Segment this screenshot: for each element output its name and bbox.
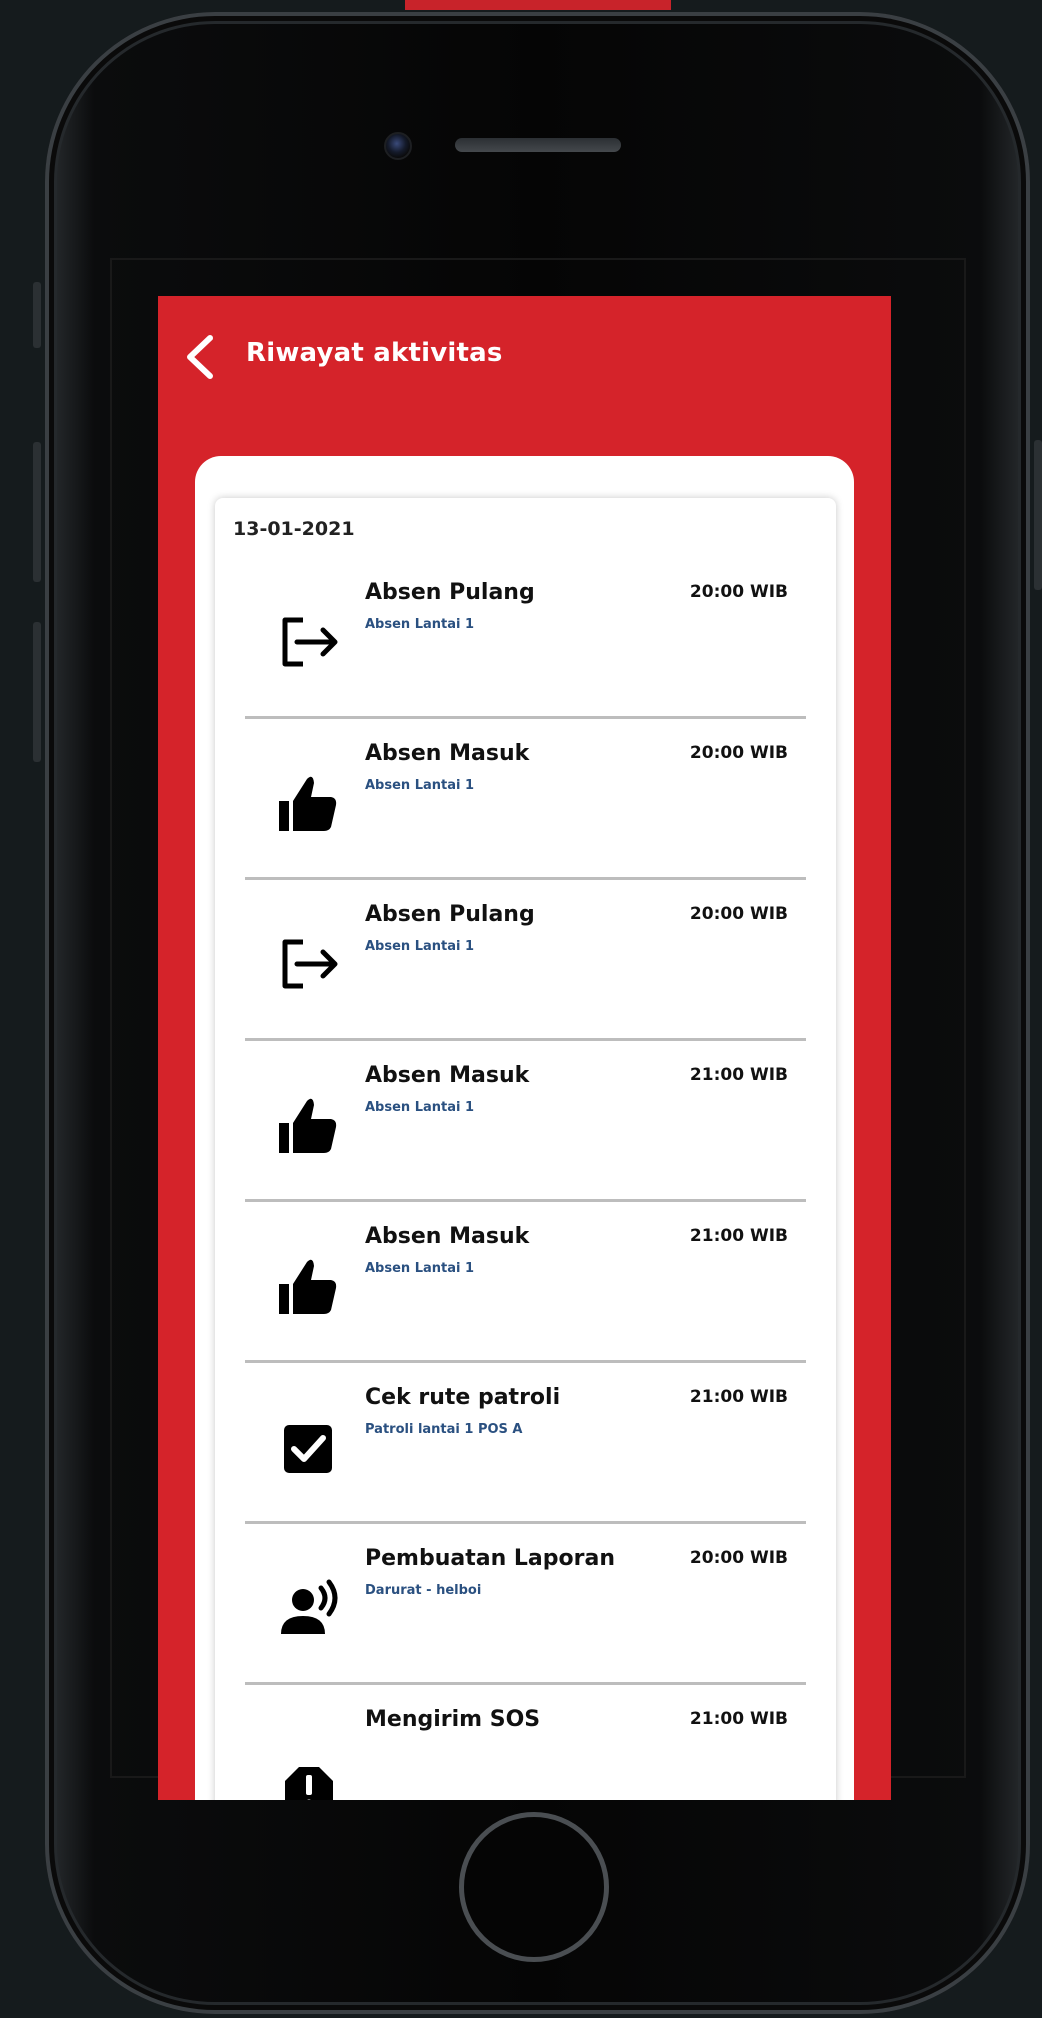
chevron-left-icon	[187, 335, 213, 379]
activity-title: Mengirim SOS	[365, 1707, 541, 1732]
activity-list-container: 13-01-2021 Absen Pulang Absen Lantai 1 2…	[215, 498, 836, 1800]
activity-item[interactable]: Absen Pulang Absen Lantai 1 20:00 WIB	[245, 558, 806, 719]
speaking-person-icon	[263, 1562, 355, 1654]
front-camera	[384, 132, 412, 160]
volume-up-button	[33, 442, 41, 582]
checkbox-checked-icon	[263, 1401, 355, 1493]
home-button[interactable]	[459, 1812, 609, 1962]
back-button[interactable]	[180, 332, 220, 382]
activity-time: 21:00 WIB	[689, 1226, 788, 1246]
thumbs-up-icon	[263, 1240, 355, 1332]
activity-title: Pembuatan Laporan	[365, 1546, 615, 1571]
power-button	[1034, 440, 1042, 590]
volume-down-button	[33, 622, 41, 762]
activity-time: 20:00 WIB	[689, 1548, 788, 1568]
activity-subtitle: Absen Lantai 1	[365, 1100, 475, 1115]
activity-title: Absen Masuk	[365, 1224, 530, 1249]
activity-item[interactable]: Pembuatan Laporan Darurat - helboi 20:00…	[245, 1524, 806, 1685]
activity-item[interactable]: Absen Pulang Absen Lantai 1 20:00 WIB	[245, 880, 806, 1041]
activity-time: 20:00 WIB	[689, 743, 788, 763]
activity-subtitle: Absen Lantai 1	[365, 1261, 475, 1276]
activity-subtitle: Absen Lantai 1	[365, 617, 475, 632]
activity-title: Absen Pulang	[365, 580, 535, 605]
activity-time: 20:00 WIB	[689, 582, 788, 602]
activity-title: Absen Masuk	[365, 741, 530, 766]
activity-title: Cek rute patroli	[365, 1385, 561, 1410]
activity-subtitle: Darurat - helboi	[365, 1583, 482, 1598]
app-header: Riwayat aktivitas	[158, 296, 891, 426]
thumbs-up-icon	[263, 1079, 355, 1171]
activity-item[interactable]: Absen Masuk Absen Lantai 1 20:00 WIB	[245, 719, 806, 880]
activity-subtitle: Absen Lantai 1	[365, 778, 475, 793]
activity-title: Absen Masuk	[365, 1063, 530, 1088]
activity-item[interactable]: Cek rute patroli Patroli lantai 1 POS A …	[245, 1363, 806, 1524]
activity-card: 13-01-2021 Absen Pulang Absen Lantai 1 2…	[195, 456, 854, 1800]
activity-item[interactable]: Mengirim SOS 21:00 WIB	[245, 1685, 806, 1800]
top-strip	[405, 0, 671, 10]
activity-date: 13-01-2021	[233, 518, 355, 540]
activity-time: 21:00 WIB	[689, 1709, 788, 1729]
activity-subtitle: Patroli lantai 1 POS A	[365, 1422, 523, 1437]
alert-octagon-icon	[263, 1723, 355, 1800]
activity-item[interactable]: Absen Masuk Absen Lantai 1 21:00 WIB	[245, 1202, 806, 1363]
logout-icon	[263, 918, 355, 1010]
logout-icon	[263, 596, 355, 688]
activity-title: Absen Pulang	[365, 902, 535, 927]
page-title: Riwayat aktivitas	[246, 338, 503, 368]
app-screen: Riwayat aktivitas 13-01-2021 Absen Pulan…	[158, 296, 891, 1800]
activity-time: 21:00 WIB	[689, 1387, 788, 1407]
activity-time: 20:00 WIB	[689, 904, 788, 924]
activity-time: 21:00 WIB	[689, 1065, 788, 1085]
earpiece-speaker	[455, 138, 621, 152]
activity-item[interactable]: Absen Masuk Absen Lantai 1 21:00 WIB	[245, 1041, 806, 1202]
activity-subtitle: Absen Lantai 1	[365, 939, 475, 954]
silent-switch	[33, 282, 41, 348]
thumbs-up-icon	[263, 757, 355, 849]
